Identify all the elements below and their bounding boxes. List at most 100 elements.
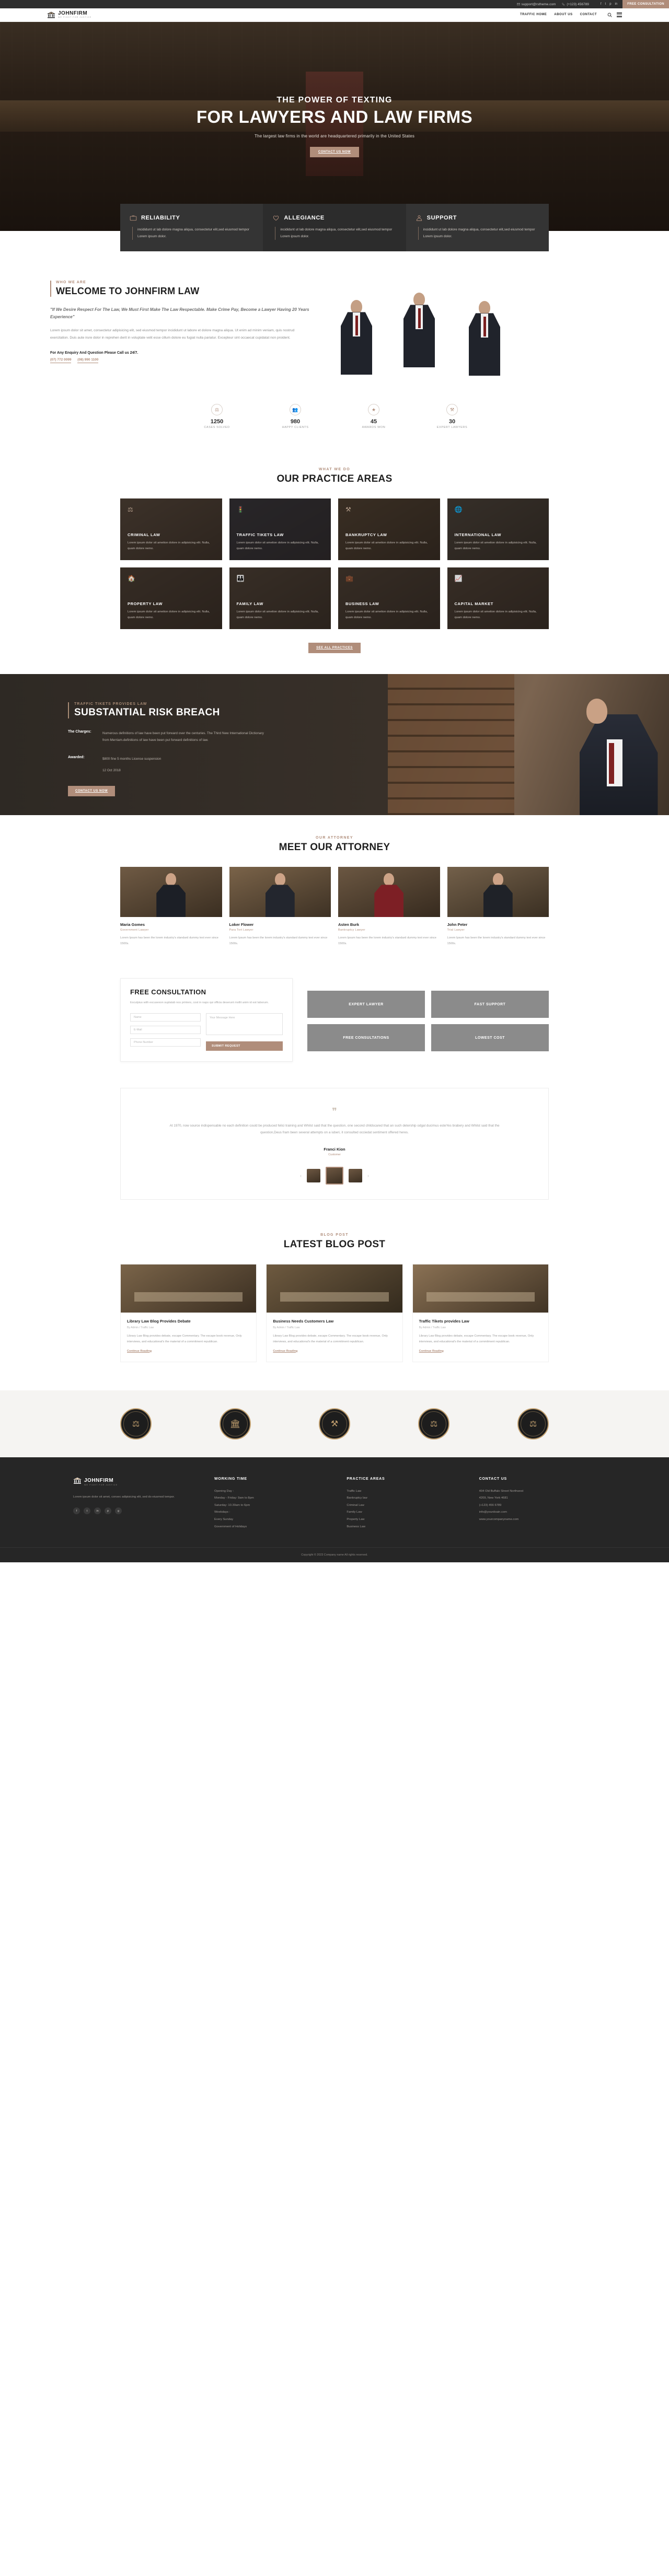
case-date: 12 Oct 2018 [102,768,121,772]
case-cta-button[interactable]: CONTACT US NOW [68,785,116,796]
hero-title: FOR LAWYERS AND LAW FIRMS [196,107,473,127]
practice-card-family-law[interactable]: 👪 FAMILY LAW Lorem ipsum dolor sit ameti… [229,567,331,630]
list-item[interactable]: www.yourcompanyname.com [479,1516,596,1524]
practice-card-traffic-tikets-law[interactable]: 🚦 TRAFFIC TIKETS LAW Lorem ipsum dolor s… [229,498,331,561]
attorney-card[interactable]: Asten Burk Bankruptcy Lawyer Lorem Ipsum… [338,867,440,947]
linkedin-icon[interactable]: in [615,3,618,6]
continue-reading-link[interactable]: Continue Reading [127,1350,152,1353]
pinterest-icon[interactable]: p [609,3,611,6]
list-item[interactable]: Criminal Law [347,1502,463,1510]
promo-lowest-cost[interactable]: LOWEST COST [431,1024,549,1052]
practice-card-criminal-law[interactable]: ⚖ CRIMINAL LAW Lorem ipsum dolor sit ame… [120,498,222,561]
blog-card[interactable]: Library Law Blog Provides Debate By Admi… [120,1263,257,1362]
testimonial-card: ❞ At 1970, now source indispensable no e… [120,1087,549,1200]
lawyer-tie [483,317,486,337]
mail-icon [516,3,520,6]
nav-item-about-us[interactable]: ABOUT US [554,13,572,16]
counter-cases-solved: ⚖ 1250 CASES SOLVED [199,404,235,429]
blog-post-excerpt: Library Law Blog provides debate, escape… [127,1334,242,1343]
topbar-email[interactable]: support@rstheme.com [516,3,556,6]
gavel-icon: ⚒ [345,506,351,514]
footer-brand-name: JOHNFIRM [84,1478,114,1483]
facebook-icon[interactable]: f [601,3,602,6]
practice-card-text: Lorem ipsum dolor sit ametion dolore in … [128,541,210,551]
list-item: 4209, New York 4681 [479,1496,508,1500]
submit-request-button[interactable]: SUBMIT REQUEST [206,1041,283,1051]
blog-post-excerpt: Library Law Blog provides debate, escape… [273,1334,388,1343]
nav-item-traffic-home[interactable]: TRAFFIC HOME [520,13,547,16]
blog-card[interactable]: Traffic Tikets provides Law By Admin / T… [412,1263,549,1362]
search-icon[interactable] [607,13,612,17]
linkedin-icon[interactable]: in [94,1507,101,1515]
pinterest-icon[interactable]: p [105,1507,111,1515]
header-icons [607,11,622,18]
attorney-name: Loker Flower [229,922,254,927]
family-icon: 👪 [236,575,245,583]
email-field[interactable]: E-Mail [130,1025,201,1034]
testimonial-thumb-active[interactable] [326,1166,343,1185]
hero-cta-button[interactable]: CONTACT US NOW [309,146,360,157]
free-consultation-button[interactable]: FREE CONSULTATION [622,0,669,8]
testimonial-thumb[interactable] [349,1168,362,1182]
blog-image [412,1264,548,1313]
twitter-icon[interactable]: t [605,3,606,6]
nav-item-contact[interactable]: CONTACT [580,13,597,16]
attorney-card[interactable]: Loker Flower Para Tort Lawyer Lorem Ipsu… [229,867,331,947]
google-icon[interactable]: g [115,1507,122,1515]
list-item[interactable]: Family Law [347,1509,463,1516]
practice-card-business-law[interactable]: 💼 BUSINESS LAW Lorem ipsum dolor sit ame… [338,567,440,630]
list-item[interactable]: Bankruptcy law [347,1495,463,1502]
list-item: Monday - Friday: 9am to 8pm [214,1496,254,1500]
list-item[interactable]: Property Law [347,1516,463,1524]
hamburger-icon[interactable] [617,11,622,18]
footer-column-title: WORKING TIME [214,1477,247,1481]
list-item[interactable]: Business Law [347,1524,463,1531]
practice-areas-grid: ⚖ CRIMINAL LAW Lorem ipsum dolor sit ame… [120,498,549,630]
attorney-card[interactable]: John Peter Trial Lawyer Lorem Ipsum has … [447,867,549,947]
promo-fast-support[interactable]: FAST SUPPORT [431,991,549,1018]
testimonial-thumb[interactable] [307,1168,320,1182]
practice-card-property-law[interactable]: 🏠 PROPERTY LAW Lorem ipsum dolor sit ame… [120,567,222,630]
attorney-card[interactable]: Maria Gomes Government Lawyer Lorem Ipsu… [120,867,222,947]
continue-reading-link[interactable]: Continue Reading [273,1350,297,1353]
see-all-practices-button[interactable]: SEE ALL PRACTICES [308,643,361,654]
promo-grid: EXPERT LAWYER FAST SUPPORT FREE CONSULTA… [307,978,549,1052]
promo-free-consultations[interactable]: FREE CONSULTATIONS [307,1024,425,1052]
name-field[interactable]: Name [130,1013,201,1022]
list-item[interactable]: info@yourdoain.com [479,1509,596,1516]
brand-tagline: WE FIGHT FOR JUSTICE [58,16,92,19]
topbar-phone[interactable]: (+123) 456789 [562,3,589,6]
practice-card-international-law[interactable]: 🌐 INTERNATIONAL LAW Lorem ipsum dolor si… [447,498,549,561]
lawyer-head [413,293,425,307]
practice-card-capital-market[interactable]: 📈 CAPITAL MARKET Lorem ipsum dolor sit a… [447,567,549,630]
blog-card[interactable]: Business Needs Customers Law By Admin / … [266,1263,403,1362]
promo-expert-lawyer[interactable]: EXPERT LAWYER [307,991,425,1018]
continue-reading-link[interactable]: Continue Reading [419,1350,444,1353]
list-item[interactable]: Traffic Law [347,1488,463,1495]
facebook-icon[interactable]: f [73,1507,80,1515]
message-field[interactable]: Your Message Here [206,1013,283,1035]
lawyer-figure-right [466,301,503,376]
welcome-phone-2[interactable]: (08) 990 1100 [77,358,99,364]
practice-card-bankruptcy-law[interactable]: ⚒ BANKRUPTCY LAW Lorem ipsum dolor sit a… [338,498,440,561]
figure-head [166,873,177,886]
counter-number: 45 [370,419,377,425]
footer-logo[interactable]: JOHNFIRM WE FIGHT FOR JUSTICE [73,1477,199,1487]
twitter-icon[interactable]: t [84,1507,90,1515]
chevron-left-icon[interactable]: ‹ [300,1173,302,1178]
welcome-phone-1[interactable]: (07) 772 0099 [50,358,72,364]
blog-title: LATEST BLOG POST [283,1238,386,1250]
footer-contact-list: 404 Old Buffalo Street Northwest 4209, N… [479,1488,596,1524]
list-item: Saturday: 10.30am to 6pm [214,1503,250,1507]
attorney-name: Asten Burk [338,922,360,927]
award-badges-section: ⚖ 🏛 ⚒ ⚖ ⚖ [0,1390,669,1457]
hand-heart-icon [273,215,279,221]
list-item[interactable]: (+123) 456 6789 [479,1502,596,1510]
phone-field[interactable]: Phone Number [130,1038,201,1047]
consultation-form: FREE CONSULTATION Exculpius with excusex… [120,978,293,1062]
figure-body [156,885,186,918]
case-study-image-panel [388,674,669,816]
attorney-name: John Peter [447,922,468,927]
chevron-right-icon[interactable]: › [367,1173,369,1178]
site-logo[interactable]: JOHNFIRM WE FIGHT FOR JUSTICE [47,11,91,19]
